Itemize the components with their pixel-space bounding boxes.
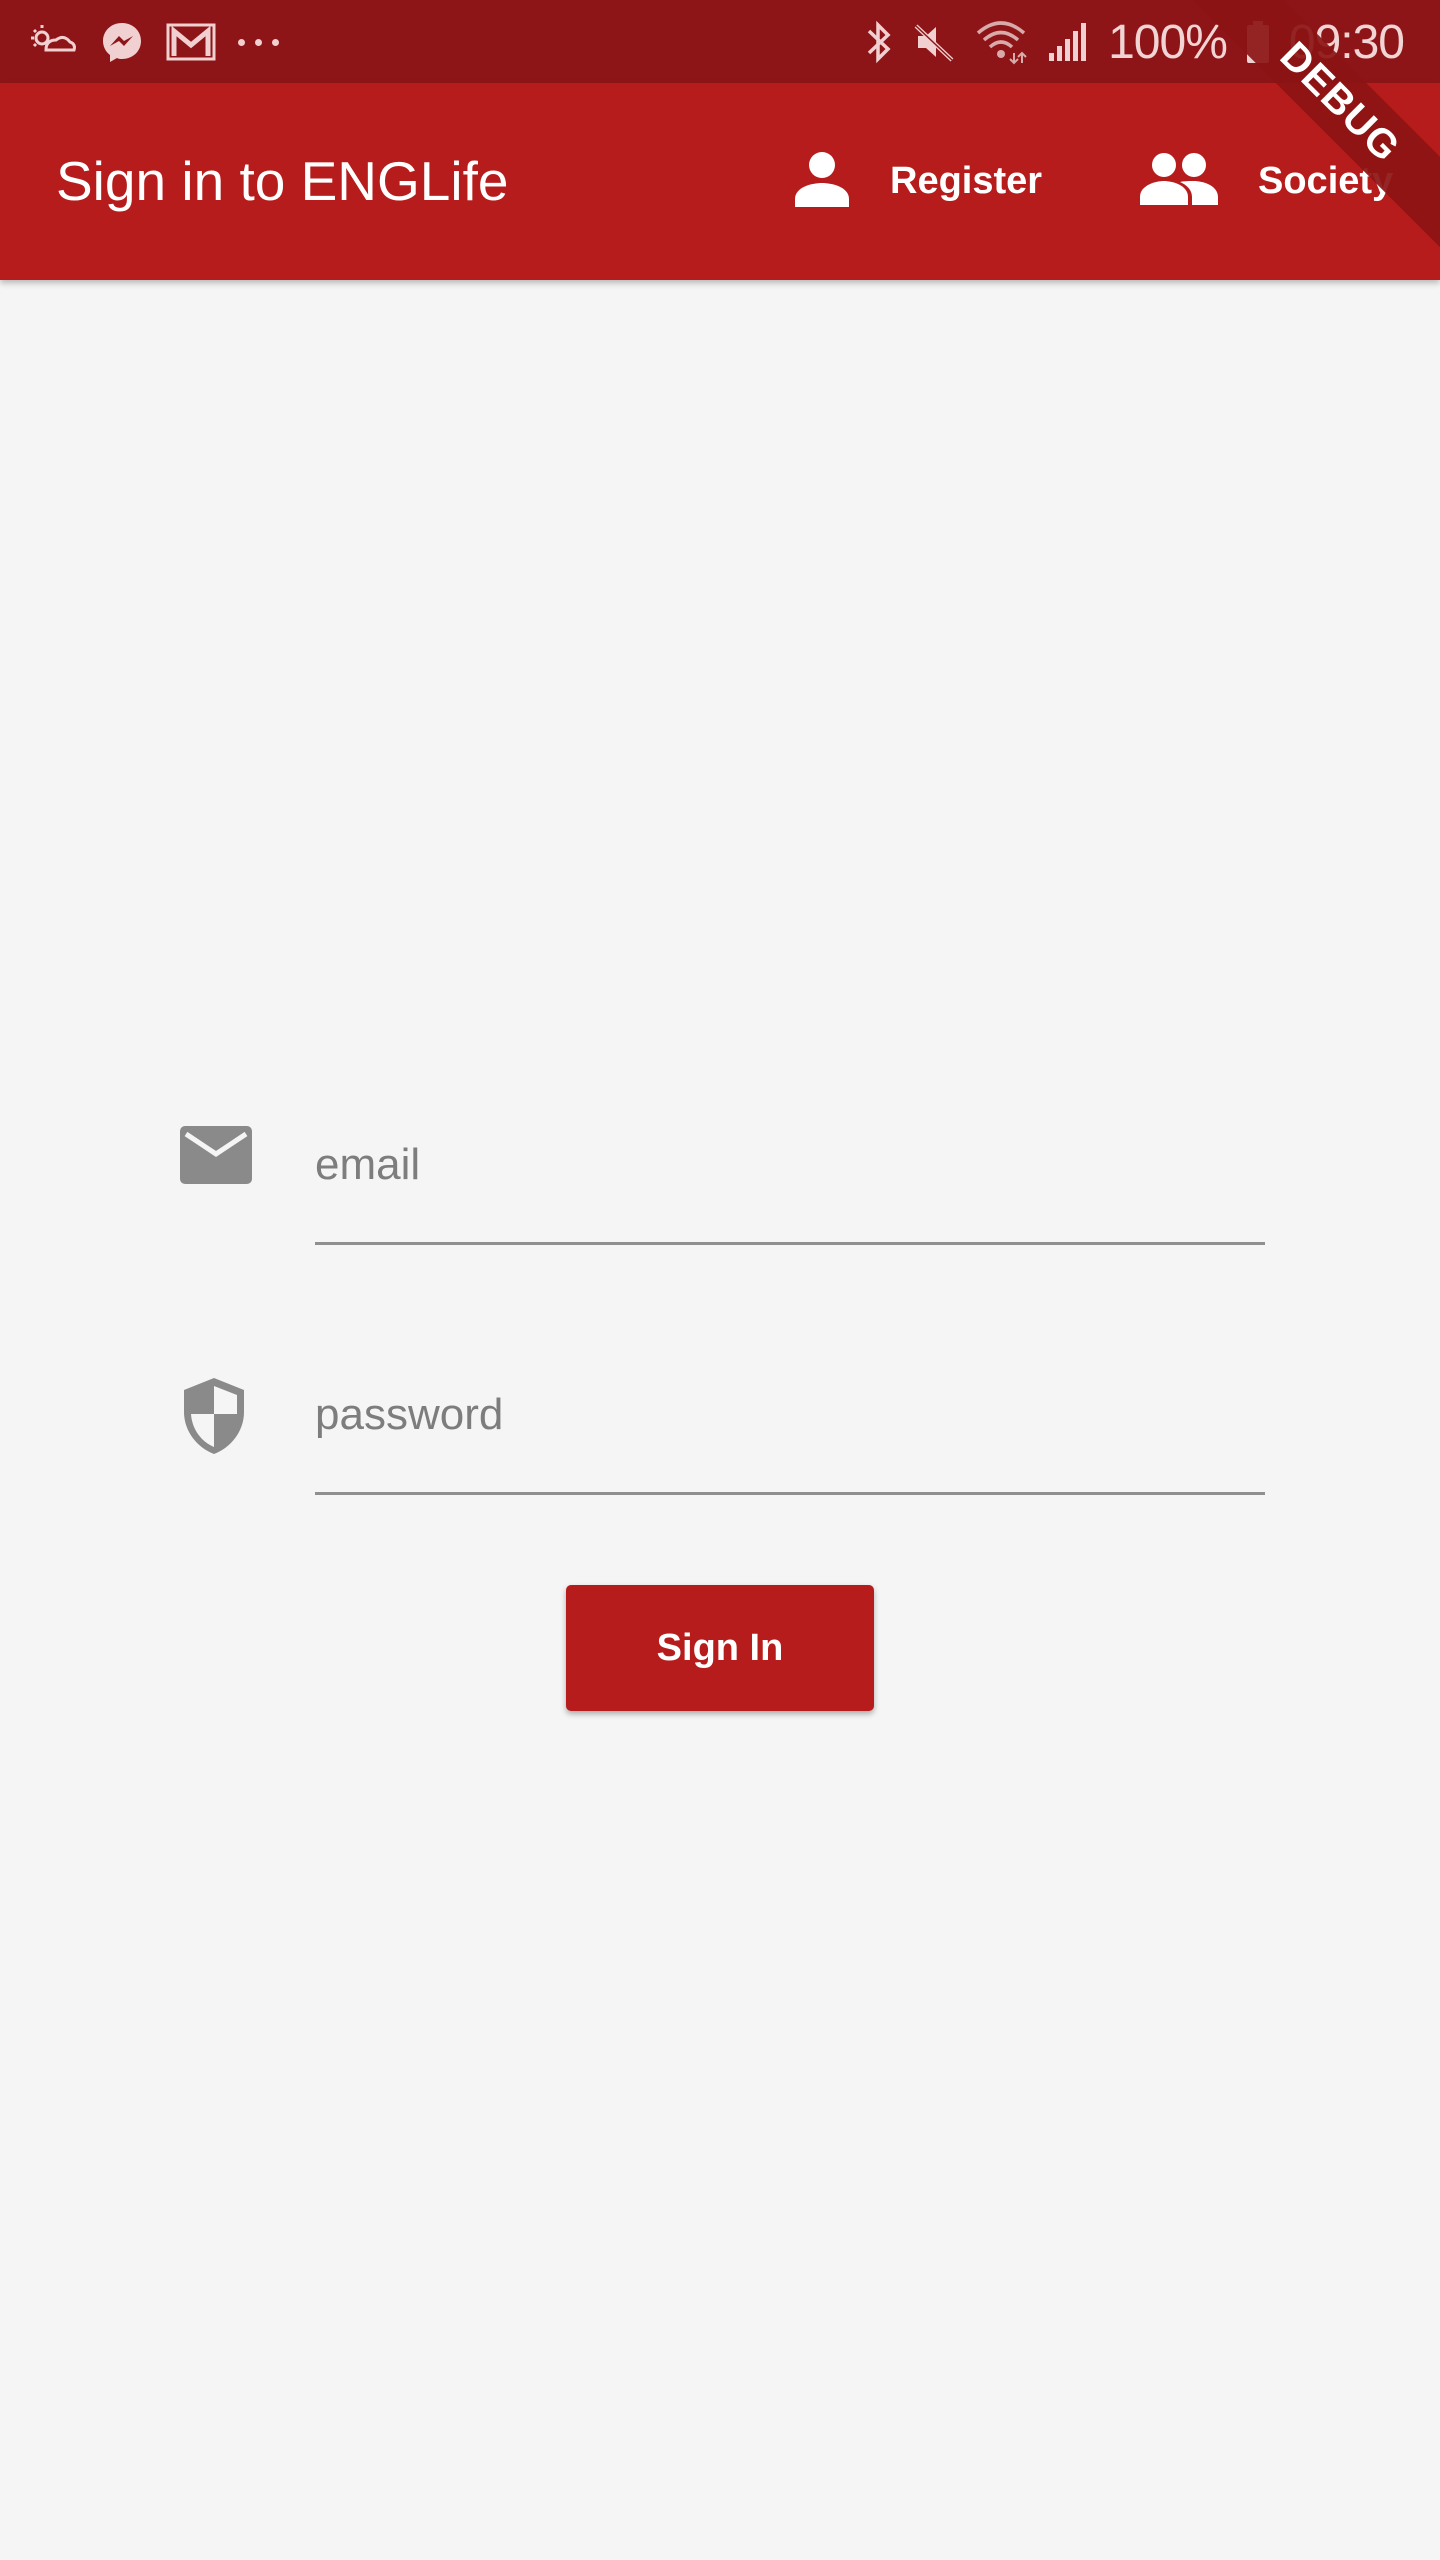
app-bar: Sign in to ENGLife Register Society	[0, 83, 1440, 280]
register-button[interactable]: Register	[792, 83, 1042, 280]
bluetooth-icon	[864, 19, 894, 65]
password-input[interactable]	[315, 1360, 1265, 1470]
email-icon	[180, 1126, 252, 1189]
email-row	[0, 1090, 1440, 1260]
messenger-icon	[100, 20, 144, 64]
weather-icon	[28, 22, 78, 62]
mute-icon	[912, 20, 956, 64]
wifi-icon	[974, 19, 1028, 65]
people-icon	[1140, 149, 1220, 214]
shield-icon	[180, 1376, 248, 1461]
register-label: Register	[890, 160, 1043, 202]
email-input[interactable]	[315, 1110, 1265, 1220]
gmail-icon	[166, 22, 216, 62]
person-icon	[792, 149, 852, 214]
email-field	[315, 1110, 1265, 1245]
battery-percent: 100%	[1108, 15, 1228, 69]
password-field	[315, 1360, 1265, 1495]
signal-icon	[1046, 21, 1090, 63]
more-dots-icon	[238, 38, 279, 46]
page-title: Sign in to ENGLife	[56, 150, 509, 212]
password-row	[0, 1340, 1440, 1510]
sign-in-screen: 100% 09:30 Sign in to ENGLife Register S…	[0, 0, 1440, 2560]
status-bar-notifications	[28, 14, 279, 70]
sign-in-button[interactable]: Sign In	[566, 1585, 874, 1711]
